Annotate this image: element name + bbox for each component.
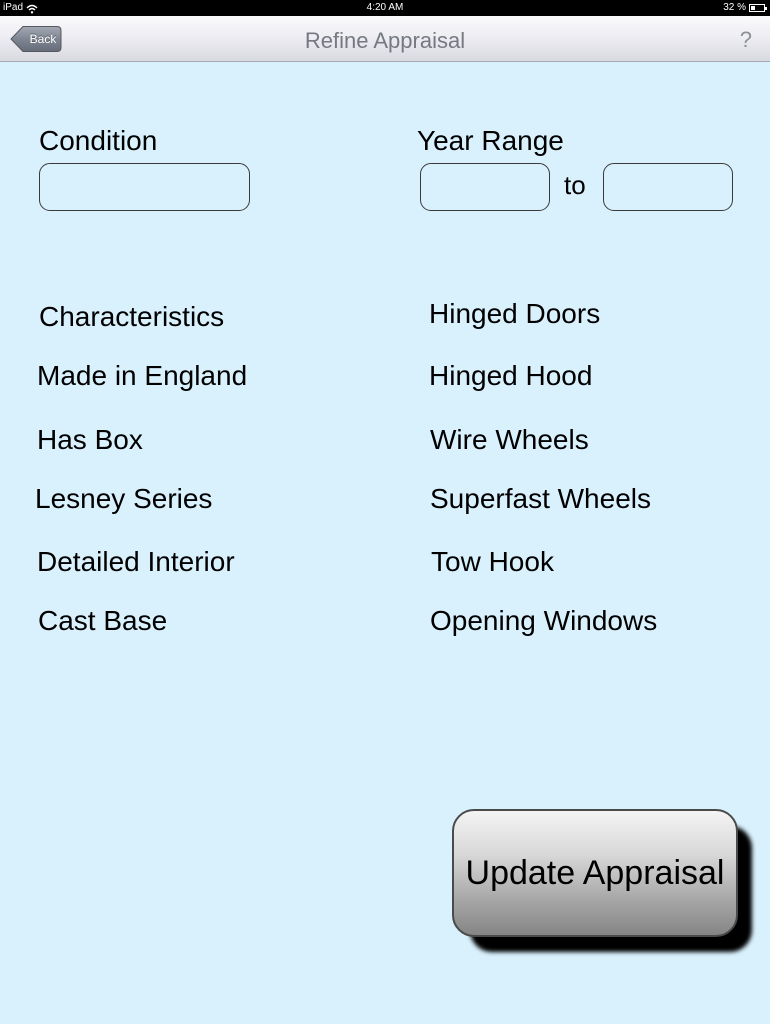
characteristic-opening-windows[interactable]: Opening Windows [430, 605, 657, 637]
page-title: Refine Appraisal [304, 28, 466, 53]
condition-label: Condition [39, 125, 158, 156]
characteristic-cast-base[interactable]: Cast Base [38, 605, 167, 637]
year-range-label: Year Range [417, 125, 564, 156]
characteristic-wire-wheels[interactable]: Wire Wheels [430, 424, 589, 456]
characteristic-detailed-interior[interactable]: Detailed Interior [37, 546, 235, 578]
year-from-input[interactable] [421, 164, 549, 210]
characteristic-made-in-england[interactable]: Made in England [37, 360, 247, 392]
status-time: 4:20 AM [366, 2, 404, 13]
year-range-separator: to [564, 170, 586, 200]
battery-level-fill [751, 6, 755, 10]
year-to-field[interactable] [603, 163, 733, 211]
characteristic-tow-hook[interactable]: Tow Hook [431, 546, 554, 578]
year-to-input[interactable] [604, 164, 732, 210]
characteristic-has-box[interactable]: Has Box [37, 424, 143, 456]
status-bar: iPad 4:20 AM 32 % [0, 0, 770, 16]
battery-percentage: 32 % [723, 2, 746, 13]
characteristic-hinged-doors[interactable]: Hinged Doors [429, 298, 600, 330]
battery-icon [749, 4, 767, 12]
characteristic-hinged-hood[interactable]: Hinged Hood [429, 360, 592, 392]
status-right: 32 % [723, 0, 767, 16]
characteristic-lesney-series[interactable]: Lesney Series [35, 483, 212, 515]
condition-input[interactable] [40, 164, 249, 210]
navigation-bar: Back Refine Appraisal ? [0, 16, 770, 62]
update-appraisal-button[interactable]: Update Appraisal [452, 809, 738, 937]
characteristics-heading: Characteristics [39, 301, 225, 332]
condition-field[interactable] [39, 163, 250, 211]
help-button[interactable]: ? [740, 27, 752, 53]
year-from-field[interactable] [420, 163, 550, 211]
characteristic-superfast-wheels[interactable]: Superfast Wheels [430, 483, 651, 515]
